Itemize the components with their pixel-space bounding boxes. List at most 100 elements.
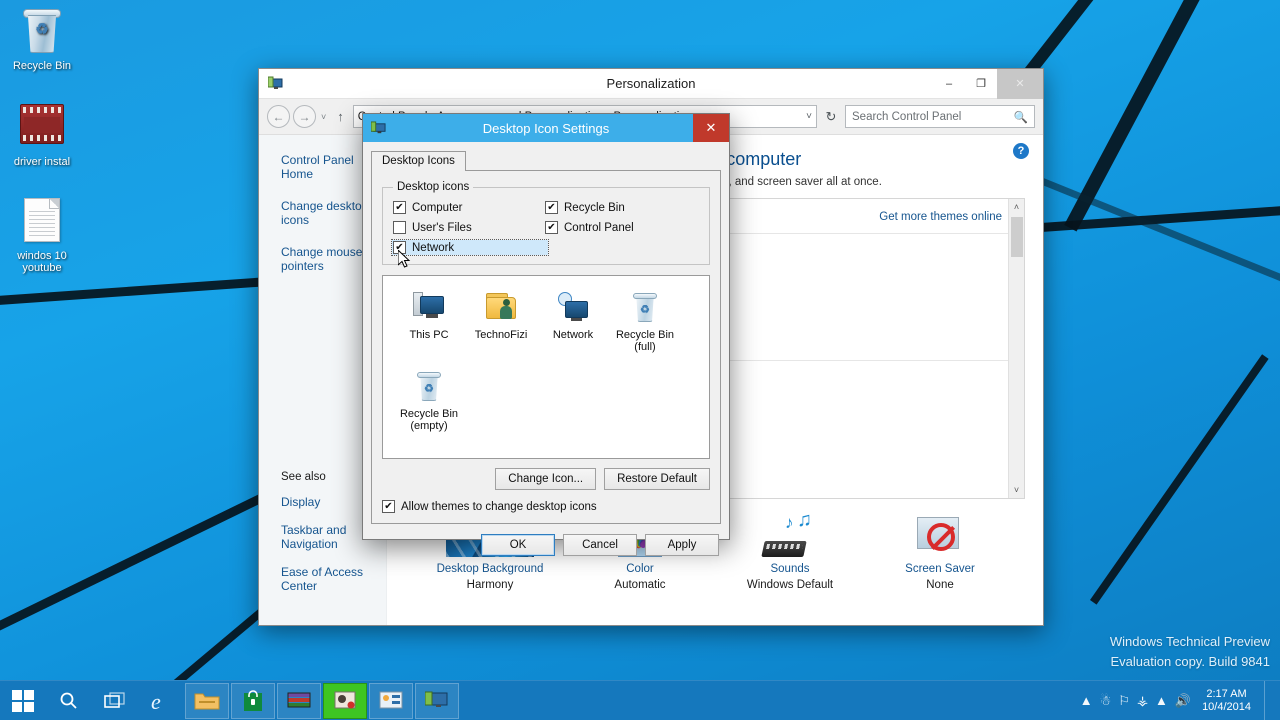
preview-icon-recycle-bin-empty[interactable]: ♻ Recycle Bin (empty) (393, 367, 465, 432)
search-button[interactable] (46, 681, 92, 720)
signal-icon[interactable]: ▲ (1155, 693, 1168, 708)
setting-value: Windows Default (715, 579, 865, 591)
network-icon (537, 288, 609, 326)
change-icon-button[interactable]: Change Icon... (495, 468, 596, 490)
action-center-icon[interactable]: ☃ (1100, 693, 1112, 709)
checkbox-box[interactable]: ✔ (545, 221, 558, 234)
checkbox-box[interactable]: ✔ (393, 201, 406, 214)
task-view-button[interactable] (92, 681, 138, 720)
ok-button[interactable]: OK (481, 534, 555, 556)
clock[interactable]: 2:17 AM 10/4/2014 (1198, 688, 1257, 714)
start-button[interactable] (0, 681, 46, 720)
allow-themes-checkbox[interactable]: ✔ Allow themes to change desktop icons (382, 500, 710, 513)
taskbar-app-internet-explorer[interactable]: e (138, 681, 184, 720)
tab-strip[interactable]: Desktop Icons (371, 150, 721, 170)
taskbar-app-photo-editor[interactable] (323, 683, 367, 719)
group-label: Desktop icons (393, 181, 473, 193)
icon-action-buttons: Change Icon... Restore Default (382, 468, 710, 490)
user-folder-icon (465, 288, 537, 326)
winrar-books-icon (286, 690, 312, 712)
svg-text:e: e (151, 689, 161, 714)
desktop[interactable]: ♻ Recycle Bin driver instal windos 10 yo… (0, 0, 1280, 720)
desktop-icon-recycle-bin[interactable]: ♻ Recycle Bin (4, 6, 80, 72)
tab-desktop-icons[interactable]: Desktop Icons (371, 151, 466, 171)
preview-icon-technofizi[interactable]: TechnoFizi (465, 288, 537, 353)
back-button[interactable]: ← (267, 105, 290, 128)
recycle-bin-full-icon: ♻ (609, 288, 681, 326)
text-document-icon (18, 198, 66, 246)
preview-sublabel: (full) (609, 341, 681, 353)
checkbox-users-files[interactable]: User's Files (393, 221, 545, 234)
network-usb-icon[interactable]: ⚶ (1137, 693, 1148, 709)
volume-icon[interactable]: 🔊 (1175, 693, 1191, 709)
checkbox-computer[interactable]: ✔ Computer (393, 201, 545, 214)
dialog-body: Desktop Icons Desktop icons ✔ Computer ✔… (363, 142, 729, 539)
checkbox-network[interactable]: ✔ Network (392, 240, 548, 255)
this-pc-icon (393, 288, 465, 326)
setting-value: Automatic (565, 579, 715, 591)
setting-name[interactable]: Screen Saver (865, 563, 1015, 575)
taskbar[interactable]: e ▲ ☃ ⚐ ⚶ ▲ 🔊 2:17 AM 10/4/ (0, 680, 1280, 720)
setting-name[interactable]: Sounds (715, 563, 865, 575)
system-tray[interactable]: ▲ ☃ ⚐ ⚶ ▲ 🔊 2:17 AM 10/4/2014 (1080, 681, 1280, 720)
photo-icon (333, 690, 357, 712)
recent-locations-button[interactable]: ˅ (319, 112, 328, 122)
scroll-down-icon[interactable]: ˅ (1014, 482, 1019, 498)
taskbar-app-file-explorer[interactable] (185, 683, 229, 719)
apply-button[interactable]: Apply (645, 534, 719, 556)
icon-preview-list[interactable]: This PC TechnoFizi Network (382, 275, 710, 459)
desktop-icon-settings-dialog[interactable]: Desktop Icon Settings ✕ Desktop Icons De… (362, 113, 730, 540)
dialog-titlebar[interactable]: Desktop Icon Settings ✕ (363, 114, 729, 142)
desktop-icon-driver-instal[interactable]: driver instal (4, 100, 80, 168)
checkbox-control-panel[interactable]: ✔ Control Panel (545, 221, 699, 234)
recycle-bin-icon: ♻ (18, 8, 66, 56)
sounds-icon: ♪ ♫ (715, 509, 865, 557)
checkbox-label: Recycle Bin (564, 202, 625, 214)
preview-icon-recycle-bin-full[interactable]: ♻ Recycle Bin (full) (609, 288, 681, 353)
window-titlebar[interactable]: Personalization – ❐ ✕ (259, 69, 1043, 99)
see-also-ease-of-access-center[interactable]: Ease of Access Center (281, 565, 386, 593)
screen-saver-item[interactable]: Screen Saver None (865, 509, 1015, 591)
preview-icon-this-pc[interactable]: This PC (393, 288, 465, 353)
scrollbar-thumb[interactable] (1011, 217, 1023, 257)
flag-icon[interactable]: ⚐ (1118, 693, 1130, 709)
checkbox-box[interactable]: ✔ (382, 500, 395, 513)
windows-logo-icon (12, 690, 34, 712)
task-view-icon (104, 692, 126, 710)
desktop-icons-group: Desktop icons ✔ Computer ✔ Recycle Bin (382, 181, 710, 265)
forward-button[interactable]: → (293, 105, 316, 128)
checkbox-box[interactable]: ✔ (545, 201, 558, 214)
taskbar-app-winrar[interactable] (277, 683, 321, 719)
watermark-line-1: Windows Technical Preview (1110, 632, 1270, 652)
sounds-item[interactable]: ♪ ♫ Sounds Windows Default (715, 509, 865, 591)
show-hidden-icons-button[interactable]: ▲ (1080, 693, 1093, 708)
preview-label: TechnoFizi (465, 329, 537, 341)
scroll-up-icon[interactable]: ˄ (1014, 199, 1019, 215)
chevron-down-icon[interactable]: ˅ (806, 111, 812, 122)
desktop-icon-windos-10-youtube[interactable]: windos 10 youtube (4, 196, 80, 274)
desktop-icon-label: driver instal (4, 156, 80, 168)
help-icon[interactable]: ? (1013, 143, 1029, 159)
taskbar-app-store[interactable] (231, 683, 275, 719)
tab-page-desktop-icons: Desktop icons ✔ Computer ✔ Recycle Bin (371, 170, 721, 524)
search-input[interactable]: Search Control Panel 🔍 (845, 105, 1035, 128)
preview-sublabel: (empty) (393, 420, 465, 432)
preview-icon-network[interactable]: Network (537, 288, 609, 353)
checkbox-box[interactable] (393, 221, 406, 234)
refresh-icon[interactable]: ↻ (820, 105, 842, 128)
dialog-title: Desktop Icon Settings (363, 121, 729, 136)
taskbar-app-personalization[interactable] (415, 683, 459, 719)
preview-label: Recycle Bin (393, 408, 465, 420)
checkbox-recycle-bin[interactable]: ✔ Recycle Bin (545, 201, 699, 214)
watermark-line-2: Evaluation copy. Build 9841 (1110, 652, 1270, 672)
taskbar-app-control-panel[interactable] (369, 683, 413, 719)
internet-explorer-icon: e (148, 688, 174, 714)
search-placeholder: Search Control Panel (852, 111, 961, 123)
cancel-button[interactable]: Cancel (563, 534, 637, 556)
restore-default-button[interactable]: Restore Default (604, 468, 710, 490)
show-desktop-button[interactable] (1264, 681, 1272, 720)
themes-scrollbar[interactable]: ˄ ˅ (1008, 199, 1024, 498)
search-icon: 🔍 (1014, 110, 1028, 124)
search-icon (59, 691, 79, 711)
up-button[interactable]: ↑ (331, 109, 350, 124)
